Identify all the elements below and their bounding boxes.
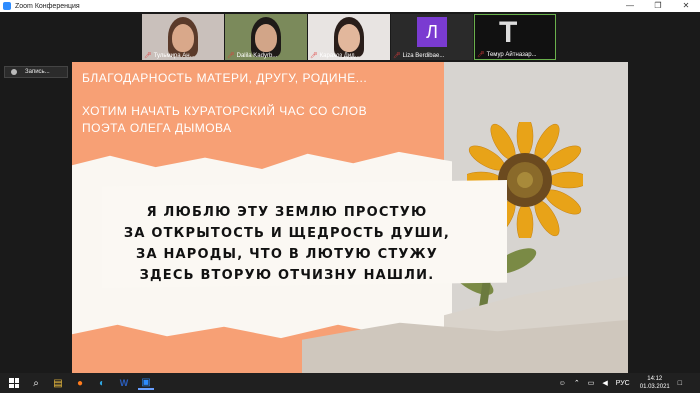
mic-muted-icon: 🎤︎ bbox=[144, 53, 152, 59]
participant-name: Карахоз Дид... bbox=[319, 52, 360, 59]
participant-tile-active-speaker[interactable]: T 🎤︎ Темур Айтназар... bbox=[474, 14, 556, 60]
people-icon[interactable]: ☺ bbox=[559, 380, 566, 387]
minimize-button[interactable]: — bbox=[616, 0, 644, 12]
slide-poem: Я ЛЮБЛЮ ЭТУ ЗЕМЛЮ ПРОСТУЮ ЗА ОТКРЫТОСТЬ … bbox=[112, 202, 462, 286]
notification-icon[interactable]: □ bbox=[678, 380, 682, 387]
zoom-icon[interactable]: ▣ bbox=[138, 376, 154, 390]
slide-heading: БЛАГОДАРНОСТЬ МАТЕРИ, ДРУГУ, РОДИНЕ... Х… bbox=[82, 70, 382, 153]
participant-avatar: Л bbox=[417, 17, 447, 47]
poem-line: Я ЛЮБЛЮ ЭТУ ЗЕМЛЮ ПРОСТУЮ bbox=[146, 205, 428, 220]
participant-tile[interactable]: Л 🎤︎ Liza Berdibae... bbox=[391, 14, 473, 60]
mic-muted-icon: 🎤︎ bbox=[310, 53, 318, 59]
participant-logo-image: T bbox=[499, 16, 518, 49]
file-explorer-icon[interactable]: ▤ bbox=[50, 376, 66, 390]
poem-line: ЗА НАРОДЫ, ЧТО В ЛЮТУЮ СТУЖУ bbox=[136, 247, 438, 262]
window-titlebar: Zoom Конференция — ❐ ✕ bbox=[0, 0, 700, 12]
system-tray: ☺ ⌃ ▭ ◀ РУС 14:12 01.03.2021 □ bbox=[551, 375, 682, 391]
mic-muted-icon: 🎤︎ bbox=[477, 52, 485, 58]
participant-tile[interactable]: 🎤︎ Dalila Kadyrb... bbox=[225, 14, 307, 60]
taskbar-clock[interactable]: 14:12 01.03.2021 bbox=[640, 375, 670, 391]
poem-line: ЗДЕСЬ ВТОРУЮ ОТЧИЗНУ НАШЛИ. bbox=[139, 268, 435, 283]
word-icon[interactable]: W bbox=[116, 376, 132, 390]
windows-start-icon[interactable] bbox=[6, 376, 22, 390]
maximize-button[interactable]: ❐ bbox=[644, 0, 672, 12]
participant-name: Dalila Kadyrb... bbox=[236, 52, 278, 59]
participant-face bbox=[338, 24, 360, 52]
mic-muted-icon: 🎤︎ bbox=[227, 53, 235, 59]
firefox-icon[interactable]: ● bbox=[72, 376, 88, 390]
participant-face bbox=[172, 24, 194, 52]
volume-icon[interactable]: ◀ bbox=[602, 379, 607, 387]
participant-face bbox=[255, 24, 277, 52]
recording-indicator[interactable]: Запись... bbox=[4, 66, 68, 78]
participant-name: Темур Айтназар... bbox=[486, 51, 537, 58]
windows-taskbar: ⌕ ▤ ● ◐ W ▣ ☺ ⌃ ▭ ◀ РУС 14:12 01.03.2021… bbox=[0, 373, 700, 393]
recording-label: Запись... bbox=[25, 69, 50, 75]
zoom-app-icon bbox=[3, 2, 11, 10]
window-title: Zoom Конференция bbox=[15, 2, 80, 10]
poem-line: ЗА ОТКРЫТОСТЬ И ЩЕДРОСТЬ ДУШИ, bbox=[123, 226, 451, 241]
clock-date: 01.03.2021 bbox=[639, 384, 670, 390]
network-icon[interactable]: ▭ bbox=[588, 379, 595, 387]
participant-gallery: 🎤︎ Тульмира Ан... 🎤︎ Dalila Kadyrb... 🎤︎ Ка… bbox=[142, 14, 557, 60]
participant-tile[interactable]: 🎤︎ Карахоз Дид... bbox=[308, 14, 390, 60]
shared-screen-slide: БЛАГОДАРНОСТЬ МАТЕРИ, ДРУГУ, РОДИНЕ... Х… bbox=[72, 62, 628, 374]
language-indicator[interactable]: РУС bbox=[616, 380, 630, 387]
clock-time: 14:12 bbox=[647, 376, 663, 382]
close-button[interactable]: ✕ bbox=[672, 0, 700, 12]
participant-name: Тульмира Ан... bbox=[153, 52, 195, 59]
edge-icon[interactable]: ◐ bbox=[94, 376, 110, 390]
chevron-up-icon[interactable]: ⌃ bbox=[574, 379, 580, 387]
participant-name: Liza Berdibae... bbox=[402, 52, 445, 59]
participant-tile[interactable]: 🎤︎ Тульмира Ан... bbox=[142, 14, 224, 60]
mic-muted-icon: 🎤︎ bbox=[393, 53, 401, 59]
recording-dot-icon bbox=[11, 69, 17, 75]
slide-heading-line: ХОТИМ НАЧАТЬ КУРАТОРСКИЙ ЧАС СО СЛОВ ПОЭ… bbox=[82, 104, 368, 135]
slide-heading-line: БЛАГОДАРНОСТЬ МАТЕРИ, ДРУГУ, РОДИНЕ... bbox=[82, 71, 368, 85]
search-icon[interactable]: ⌕ bbox=[28, 376, 44, 390]
